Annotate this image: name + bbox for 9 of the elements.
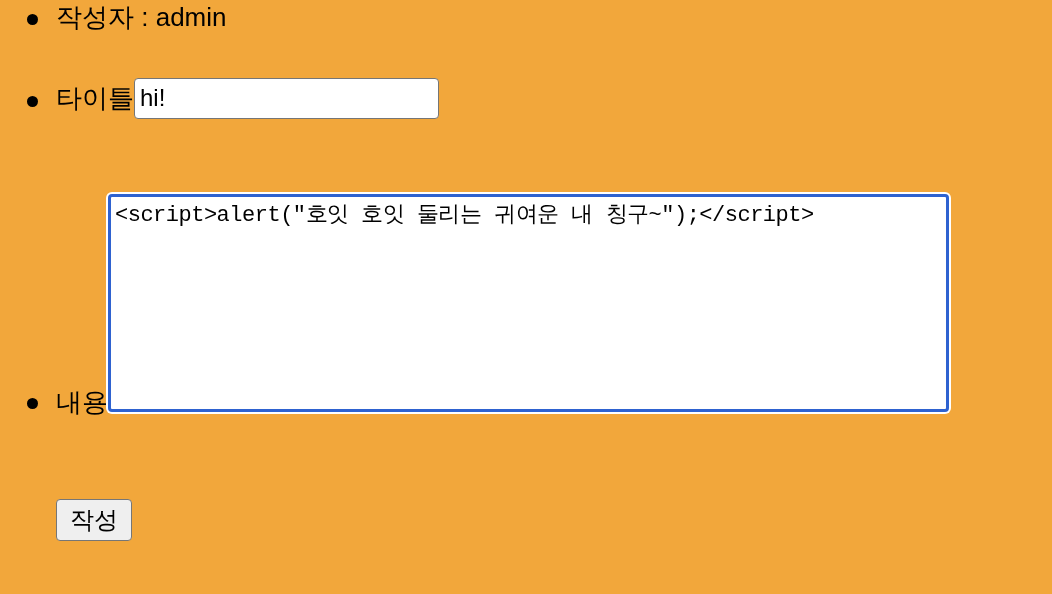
content-label: 내용 — [56, 389, 108, 415]
submit-button[interactable]: 작성 — [56, 499, 132, 541]
bullet-icon — [27, 14, 38, 25]
author-text: 작성자 : admin — [56, 4, 227, 30]
bullet-icon — [27, 96, 38, 107]
title-label: 타이틀 — [56, 85, 134, 111]
title-input[interactable]: hi! — [134, 77, 439, 119]
bullet-icon — [27, 398, 38, 409]
content-textarea[interactable]: <script>alert("호잇 호잇 둘리는 귀여운 내 칭구~");</script> — [108, 194, 949, 412]
